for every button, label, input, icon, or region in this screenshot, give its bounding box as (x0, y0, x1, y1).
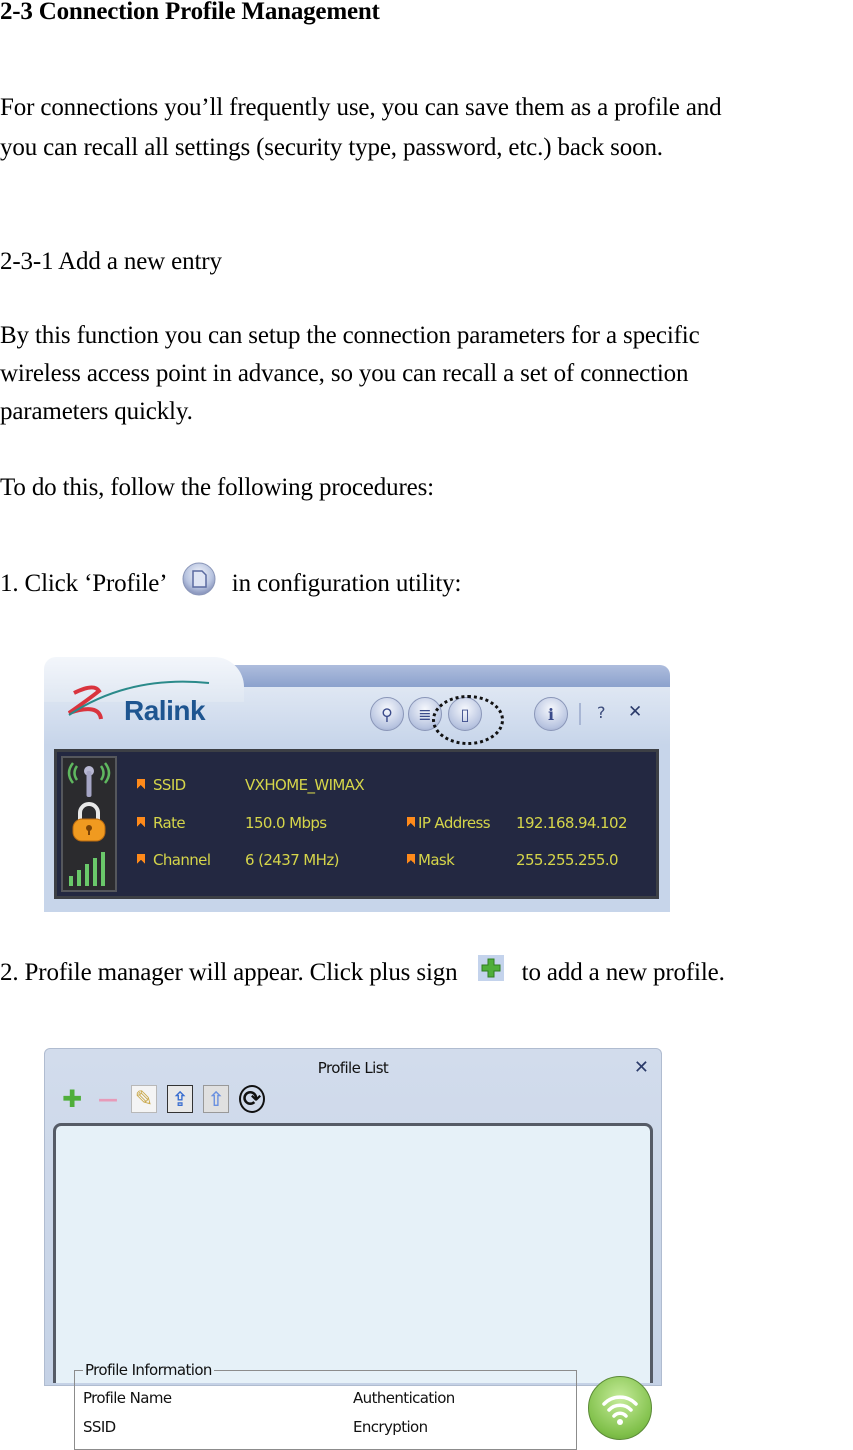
mask-value: 255.255.255.0 (516, 851, 619, 869)
procedure-intro: To do this, follow the following procedu… (0, 474, 434, 501)
bullet-icon (137, 779, 145, 791)
search-button[interactable]: ⚲ (370, 697, 404, 731)
channel-row: Channel 6 (2437 MHz) (137, 851, 339, 869)
step-2: 2. Profile manager will appear. Click pl… (0, 954, 725, 992)
edit-profile-button[interactable]: ✎ (131, 1085, 157, 1113)
channel-label: Channel (153, 851, 211, 869)
profile-name-label: Profile Name (83, 1389, 172, 1407)
ssid-label: SSID (153, 776, 186, 794)
section-heading: 2-3 Connection Profile Management (0, 0, 380, 25)
add-icon: ✚ (61, 1085, 83, 1113)
authentication-label: Authentication (353, 1389, 455, 1407)
highlight-circle (432, 695, 504, 745)
import-icon: ⇪ (171, 1087, 189, 1111)
step-1: 1. Click ‘Profile’ in configuration util… (0, 562, 462, 603)
subsection-heading: 2-3-1 Add a new entry (0, 248, 222, 275)
mask-label: Mask (418, 851, 455, 869)
intro-line-2: you can recall all settings (security ty… (0, 134, 663, 161)
info-icon: i (547, 704, 555, 724)
step-2-prefix: 2. Profile manager will appear. Click pl… (0, 959, 458, 986)
profile-information-group: Profile Information Profile Name SSID Au… (74, 1361, 577, 1450)
list-icon: ≣ (418, 704, 432, 724)
close-button[interactable]: ✕ (634, 1057, 649, 1078)
ip-address-row: IP Address 192.168.94.102 (407, 814, 627, 832)
profile-list[interactable]: Profile Information Profile Name SSID Au… (53, 1123, 653, 1450)
antenna-icon (67, 762, 111, 797)
step-1-suffix: in configuration utility: (231, 570, 462, 597)
activate-icon: ⟳ (242, 1086, 262, 1112)
description-line-1: By this function you can setup the conne… (0, 322, 700, 349)
wifi-icon (602, 1395, 638, 1425)
encryption-label: Encryption (353, 1418, 428, 1436)
activate-profile-button[interactable]: ⟳ (239, 1085, 265, 1113)
lock-icon (72, 802, 106, 842)
help-button[interactable]: ? (597, 703, 606, 722)
rate-value: 150.0 Mbps (245, 814, 327, 832)
ralink-logo-text: Ralink (124, 695, 206, 726)
ip-address-value: 192.168.94.102 (516, 814, 627, 832)
info-button[interactable]: i (534, 697, 568, 731)
profile-list-window: Profile List ✕ ✚ — ✎ ⇪ ⇧ ⟳ Profile Infor… (44, 1048, 662, 1450)
ralink-utility-window: Ralink ⚲ ≣ ▯ i ? ✕ SSID VXHOME_WIMAX Rat… (44, 657, 670, 912)
bullet-icon (407, 854, 415, 866)
ssid-value: VXHOME_WIMAX (245, 776, 365, 794)
channel-value: 6 (2437 MHz) (245, 851, 339, 869)
plus-icon (477, 955, 504, 982)
remove-icon: — (98, 1087, 118, 1111)
toolbar-divider (579, 703, 581, 725)
profile-icon (180, 562, 218, 596)
close-button[interactable]: ✕ (628, 702, 642, 722)
ssid-row: SSID VXHOME_WIMAX (137, 776, 365, 794)
rate-row: Rate 150.0 Mbps (137, 814, 327, 832)
bullet-icon (407, 817, 415, 829)
mask-row: Mask 255.255.255.0 (407, 851, 619, 869)
toolbar: ✚ — ✎ ⇪ ⇧ ⟳ (59, 1083, 265, 1115)
add-profile-button[interactable]: ✚ (59, 1085, 85, 1113)
status-panel: SSID VXHOME_WIMAX Rate 150.0 Mbps Channel 6… (54, 749, 659, 899)
export-icon: ⇧ (207, 1087, 225, 1111)
window-title: Profile List (317, 1059, 389, 1077)
export-profile-button[interactable]: ⇧ (203, 1085, 229, 1113)
step-2-suffix: to add a new profile. (521, 959, 725, 986)
intro-line-1: For connections you’ll frequently use, y… (0, 94, 722, 121)
step-1-prefix: 1. Click ‘Profile’ (0, 570, 166, 597)
status-icons (61, 756, 117, 892)
rate-label: Rate (153, 814, 186, 832)
description-line-3: parameters quickly. (0, 398, 193, 425)
edit-icon: ✎ (134, 1086, 154, 1112)
bullet-icon (137, 817, 145, 829)
ssid-label: SSID (83, 1418, 116, 1436)
ip-address-label: IP Address (418, 814, 491, 832)
bullet-icon (137, 854, 145, 866)
search-icon: ⚲ (381, 704, 393, 724)
profile-information-legend: Profile Information (83, 1361, 214, 1379)
import-profile-button[interactable]: ⇪ (167, 1085, 193, 1113)
description-line-2: wireless access point in advance, so you… (0, 360, 689, 387)
signal-strength-icon (69, 852, 105, 886)
remove-profile-button[interactable]: — (95, 1085, 121, 1113)
